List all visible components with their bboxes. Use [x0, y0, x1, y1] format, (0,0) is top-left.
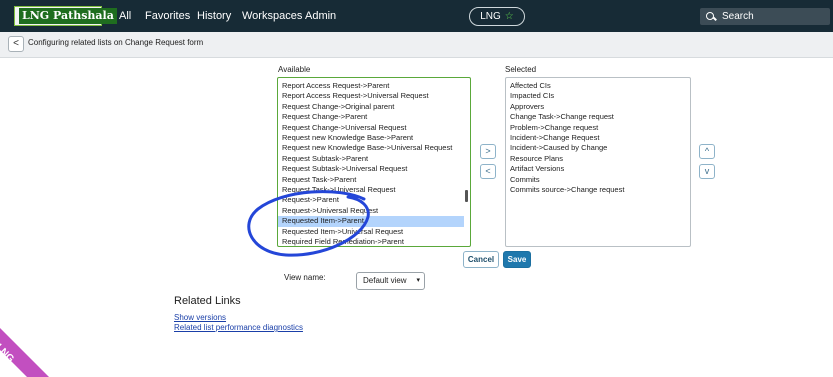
- page-title: Configuring related lists on Change Requ…: [28, 38, 204, 47]
- nav-favorites[interactable]: Favorites: [145, 0, 190, 32]
- available-option[interactable]: Request Change->Original parent: [278, 102, 464, 112]
- top-navigation: LNG Pathshala All Favorites History Work…: [0, 0, 833, 32]
- selected-option[interactable]: Impacted CIs: [506, 91, 690, 101]
- available-option[interactable]: Request->Parent: [278, 195, 464, 205]
- available-option[interactable]: Requested Item->Parent: [278, 216, 464, 227]
- selected-options: Affected CIs Impacted CIs Approvers Change …: [506, 81, 690, 195]
- available-option[interactable]: Report Access Request->Parent: [278, 81, 464, 91]
- save-button[interactable]: Save: [503, 251, 531, 268]
- search-input[interactable]: Search: [700, 8, 830, 25]
- selected-option[interactable]: Commits source->Change request: [506, 185, 690, 195]
- selected-option[interactable]: Commits: [506, 175, 690, 185]
- selected-option[interactable]: Incident->Caused by Change: [506, 143, 690, 153]
- selected-option[interactable]: Affected CIs: [506, 81, 690, 91]
- selected-list[interactable]: Affected CIs Impacted CIs Approvers Change …: [505, 77, 691, 247]
- available-option[interactable]: Request Change->Universal Request: [278, 123, 464, 133]
- selected-option[interactable]: Approvers: [506, 102, 690, 112]
- selected-option[interactable]: Incident->Change Request: [506, 133, 690, 143]
- available-list[interactable]: Report Access Request->Parent Report Acce…: [277, 77, 471, 247]
- selected-label: Selected: [505, 65, 537, 74]
- selected-option[interactable]: Artifact Versions: [506, 164, 690, 174]
- watermark: LNG: [0, 320, 60, 377]
- view-name-select[interactable]: Default view ▾: [356, 272, 425, 290]
- related-links-heading: Related Links: [174, 295, 241, 307]
- available-option[interactable]: Request Subtask->Parent: [278, 154, 464, 164]
- move-up-button[interactable]: ^: [699, 144, 715, 159]
- available-option[interactable]: Request Subtask->Universal Request: [278, 164, 464, 174]
- move-down-button[interactable]: v: [699, 164, 715, 179]
- nav-workspaces[interactable]: Workspaces: [242, 0, 302, 32]
- show-versions-link[interactable]: Show versions: [174, 313, 226, 322]
- chevron-down-icon: ▾: [416, 277, 420, 284]
- scope-label: LNG: [480, 11, 501, 22]
- cancel-button[interactable]: Cancel: [463, 251, 499, 268]
- selected-option[interactable]: Resource Plans: [506, 154, 690, 164]
- nav-admin[interactable]: Admin: [305, 0, 336, 32]
- nav-all[interactable]: All: [119, 0, 131, 32]
- star-icon: ☆: [504, 11, 514, 22]
- available-option[interactable]: Request Change->Parent: [278, 112, 464, 122]
- search-placeholder: Search: [722, 11, 754, 22]
- available-option[interactable]: Request->Universal Request: [278, 206, 464, 216]
- scope-pill[interactable]: LNG ☆: [469, 7, 525, 26]
- view-name-label: View name:: [284, 273, 326, 282]
- brand-logo[interactable]: LNG Pathshala: [14, 6, 117, 26]
- available-option[interactable]: Required Field Remediation->Parent: [278, 237, 464, 246]
- nav-history[interactable]: History: [197, 0, 231, 32]
- performance-diagnostics-link[interactable]: Related list performance diagnostics: [174, 323, 303, 332]
- available-option[interactable]: Request new Knowledge Base->Universal Re…: [278, 143, 464, 153]
- search-icon: [706, 11, 716, 22]
- selected-option[interactable]: Problem->Change request: [506, 123, 690, 133]
- remove-button[interactable]: <: [480, 164, 496, 179]
- available-option[interactable]: Report Access Request->Universal Request: [278, 91, 464, 101]
- view-name-value: Default view: [363, 276, 407, 285]
- back-button[interactable]: <: [8, 36, 24, 52]
- available-scrollbar[interactable]: [465, 190, 468, 202]
- add-button[interactable]: >: [480, 144, 496, 159]
- watermark-ribbon-icon: [0, 328, 49, 377]
- available-option[interactable]: Request new Knowledge Base->Parent: [278, 133, 464, 143]
- available-label: Available: [278, 65, 311, 74]
- available-option[interactable]: Requested Item->Universal Request: [278, 227, 464, 237]
- available-options: Report Access Request->Parent Report Acce…: [278, 81, 464, 246]
- selected-option[interactable]: Change Task->Change request: [506, 112, 690, 122]
- available-option[interactable]: Request Task->Universal Request: [278, 185, 464, 195]
- logo-text: LNG Pathshala: [19, 8, 117, 24]
- available-option[interactable]: Request Task->Parent: [278, 175, 464, 185]
